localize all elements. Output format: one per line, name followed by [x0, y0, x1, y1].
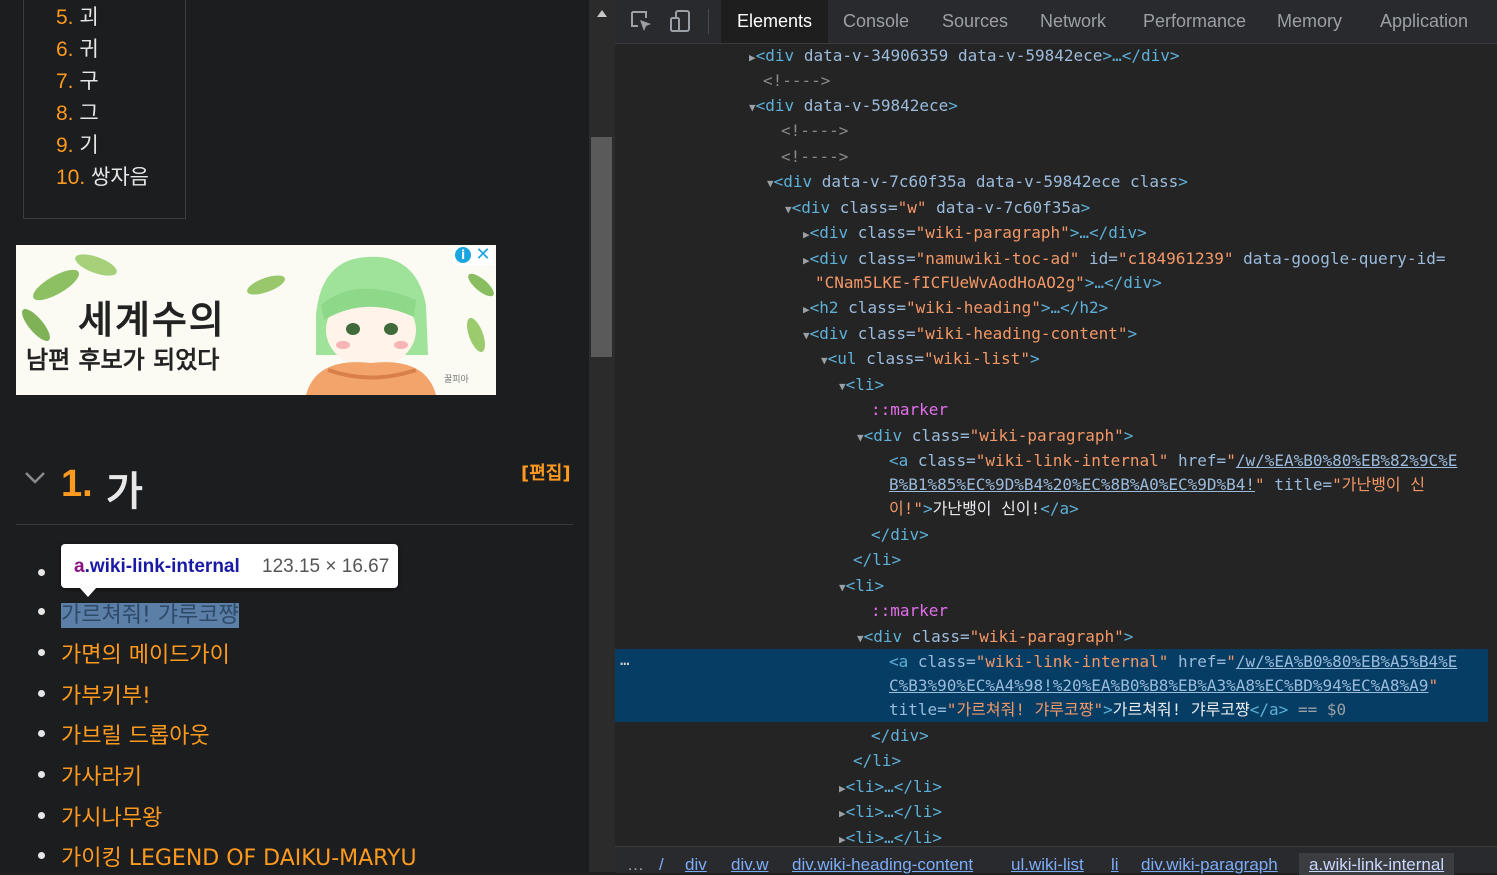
list-item[interactable]: 가부키부! [61, 678, 151, 710]
tooltip-selector: a.wiki-link-internal [74, 556, 240, 577]
ad-brand: 꿀피아 [444, 375, 469, 385]
tooltip-dimensions: 123.15 × 16.67 [262, 556, 390, 577]
tree-row[interactable]: ▶<div class="wiki-paragraph">…</div> [803, 221, 1147, 245]
tree-row-wrap: 이!">가난뱅이 신이!</a> [889, 499, 1079, 518]
tooltip-arrow [79, 587, 97, 597]
tab-performance[interactable]: Performance [1143, 0, 1246, 43]
tree-row[interactable]: ▼<ul class="wiki-list"> [821, 347, 1040, 371]
tree-row[interactable]: ▼<li> [839, 574, 884, 598]
breadcrumb-item[interactable]: div.w [731, 855, 768, 875]
inspect-element-icon[interactable] [629, 9, 653, 33]
tree-row[interactable]: ::marker [871, 599, 948, 623]
toc-item[interactable]: 6. 귀 [56, 33, 99, 63]
tab-sources[interactable]: Sources [942, 0, 1008, 43]
tree-row[interactable]: <!----> [763, 69, 830, 93]
toc-item[interactable]: 10. 쌍자음 [56, 161, 149, 191]
toc-item[interactable]: 5. 괴 [56, 1, 99, 31]
table-of-contents: 5. 괴 6. 귀 7. 구 8. 그 9. 기 10. 쌍자음 [23, 0, 186, 219]
breadcrumb-overflow[interactable]: … [627, 855, 644, 875]
breadcrumb: … / div div.w div.wiki-heading-content u… [615, 846, 1497, 875]
ad-title: 세계수의 [78, 298, 226, 342]
bullet [38, 569, 45, 576]
page-scrollbar[interactable] [589, 0, 615, 872]
devtools-tabbar: Elements Console Sources Network Perform… [615, 0, 1497, 44]
tab-memory[interactable]: Memory [1277, 0, 1342, 43]
node-actions-icon[interactable]: … [620, 650, 630, 669]
tree-row[interactable]: </div> [871, 523, 929, 547]
list-item[interactable]: 가르쳐줘! 갸루코쨩 [61, 597, 239, 629]
ad-info-icon[interactable]: i [455, 247, 471, 263]
device-toolbar-icon[interactable] [669, 9, 693, 33]
breadcrumb-item[interactable]: / [659, 855, 664, 875]
highlighted-link[interactable]: 가르쳐줘! 갸루코쨩 [61, 603, 239, 628]
breadcrumb-item[interactable]: div.wiki-heading-content [792, 855, 973, 875]
tree-row[interactable]: ::marker [871, 398, 948, 422]
tree-row[interactable]: ▼<div class="w" data-v-7c60f35a> [785, 196, 1090, 220]
tab-network[interactable]: Network [1040, 0, 1106, 43]
tree-row[interactable]: ▶<li>…</li> [839, 800, 942, 824]
tree-row[interactable]: </li> [853, 749, 901, 773]
tab-elements[interactable]: Elements [721, 0, 829, 43]
tabbar-divider [708, 9, 709, 34]
scroll-up-icon[interactable] [597, 10, 607, 17]
bullet [38, 812, 45, 819]
ad-subtitle: 남편 후보가 되었다 [26, 346, 220, 374]
tree-row[interactable]: ▶<h2 class="wiki-heading">…</h2> [803, 296, 1108, 320]
ad-close-icon[interactable]: ✕ [475, 246, 491, 264]
tree-row[interactable]: ▼<li> [839, 373, 884, 397]
bullet [38, 608, 45, 615]
tree-row[interactable]: ▼<div class="wiki-heading-content"> [803, 322, 1137, 346]
bullet [38, 649, 45, 656]
bullet [38, 690, 45, 697]
inspect-tooltip: a.wiki-link-internal 123.15 × 16.67 [61, 544, 398, 597]
section-title: 가 [106, 469, 143, 515]
list-item[interactable]: 가시나무왕 [61, 800, 162, 832]
tree-row[interactable]: ▶<li>…</li> [839, 826, 942, 846]
tree-row[interactable]: </li> [853, 548, 901, 572]
tree-row[interactable]: ▶<div data-v-34906359 data-v-59842ece>…<… [749, 44, 1180, 68]
tree-row-wrap: title="가르쳐줘! 갸루코쨩">가르쳐줘! 갸루코쨩</a> == $0 [889, 700, 1347, 719]
tree-row[interactable]: ▼<div class="wiki-paragraph"> [857, 625, 1133, 649]
wiki-page: 5. 괴 6. 귀 7. 구 8. 그 9. 기 10. 쌍자음 세계수의 남편… [0, 0, 589, 872]
tree-row[interactable]: <!----> [781, 119, 848, 143]
breadcrumb-item[interactable]: div.wiki-paragraph [1141, 855, 1278, 875]
tree-row[interactable]: ▶<div class="namuwiki-toc-ad" id="c18496… [803, 247, 1445, 271]
tree-row[interactable]: <!----> [781, 145, 848, 169]
breadcrumb-item[interactable]: ul.wiki-list [1011, 855, 1084, 875]
devtools-scrollbar[interactable] [1488, 44, 1497, 846]
tab-application[interactable]: Application [1380, 0, 1468, 43]
tree-row[interactable]: ▼<div class="wiki-paragraph"> [857, 424, 1133, 448]
devtools-panel: Elements Console Sources Network Perform… [615, 0, 1497, 875]
section-heading: 1. 가 [편집] [16, 455, 573, 525]
tree-row[interactable]: </div> [871, 724, 929, 748]
list-item[interactable]: 가사라키 [61, 759, 142, 791]
bullet [38, 730, 45, 737]
ad-banner[interactable]: 세계수의 남편 후보가 되었다 꿀피아 i ✕ [16, 245, 496, 395]
tree-row[interactable]: ▼<div data-v-59842ece> [749, 94, 958, 118]
tree-row-wrap: C%B3%90%EC%A4%98!%20%EA%B0%B8%EB%A3%A8%E… [889, 676, 1439, 695]
list-item[interactable]: 가면의 메이드가이 [61, 637, 230, 669]
tree-row[interactable]: <a class="wiki-link-internal" href="/w/%… [889, 449, 1457, 473]
breadcrumb-item[interactable]: div [685, 855, 707, 875]
toc-item[interactable]: 7. 구 [56, 65, 99, 95]
dom-tree[interactable]: … ▶<div data-v-34906359 data-v-59842ece>… [615, 44, 1497, 846]
toc-item[interactable]: 9. 기 [56, 129, 99, 159]
tree-row[interactable]: ▼<div data-v-7c60f35a data-v-59842ece cl… [767, 170, 1188, 194]
section-number[interactable]: 1. [61, 463, 93, 506]
scroll-thumb[interactable] [591, 137, 612, 357]
selected-tree-row[interactable]: <a class="wiki-link-internal" href="/w/%… [889, 650, 1457, 674]
tree-row-wrap: "CNam5LKE-fICFUeWvAodHoAO2g">…</div> [815, 273, 1162, 292]
tree-row-wrap: B%B1%85%EC%9D%B4%20%EC%8B%A0%EC%9D%B4!" … [889, 475, 1425, 494]
toc-item[interactable]: 8. 그 [56, 97, 99, 127]
bullet [38, 852, 45, 859]
tree-row[interactable]: ▶<li>…</li> [839, 775, 942, 799]
tab-console[interactable]: Console [843, 0, 909, 43]
chevron-down-icon[interactable] [24, 471, 46, 485]
breadcrumb-item[interactable]: li [1111, 855, 1119, 875]
list-item[interactable]: 가이킹 LEGEND OF DAIKU-MARYU [61, 840, 417, 872]
list-item[interactable]: 가브릴 드롭아웃 [61, 718, 210, 750]
ad-controls: i ✕ [453, 246, 493, 265]
edit-link[interactable]: [편집] [521, 459, 571, 485]
bullet [38, 771, 45, 778]
